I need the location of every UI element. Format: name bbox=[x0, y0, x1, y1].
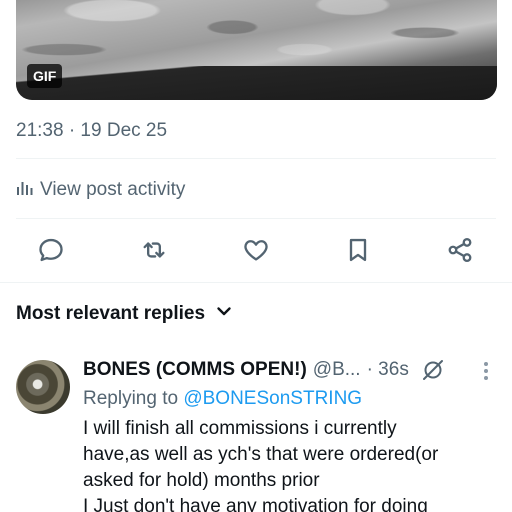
divider bbox=[16, 158, 496, 159]
replies-sort-label: Most relevant replies bbox=[16, 303, 206, 324]
replying-prefix: Replying to bbox=[83, 388, 179, 409]
repost-icon[interactable] bbox=[134, 230, 174, 270]
activity-label: View post activity bbox=[40, 179, 186, 200]
reply-handle[interactable]: @B... bbox=[313, 359, 361, 381]
analytics-icon bbox=[16, 178, 34, 202]
avatar[interactable] bbox=[16, 360, 70, 414]
chevron-down-icon bbox=[215, 302, 233, 326]
like-icon[interactable] bbox=[236, 230, 276, 270]
gif-media[interactable] bbox=[16, 0, 497, 100]
reply-text-line: I Just don't have any motivation for doi… bbox=[83, 496, 428, 512]
divider bbox=[16, 218, 496, 219]
replying-to-handle-link[interactable]: @BONESonSTRING bbox=[183, 388, 362, 409]
share-icon[interactable] bbox=[440, 230, 480, 270]
action-bar bbox=[0, 230, 512, 270]
gif-badge: GIF bbox=[27, 64, 63, 88]
reply-item[interactable]: BONES (COMMS OPEN!) @B... · 36s Replying… bbox=[83, 356, 498, 512]
grok-icon[interactable] bbox=[421, 358, 445, 382]
reply-header: BONES (COMMS OPEN!) @B... · 36s bbox=[83, 356, 498, 384]
bookmark-icon[interactable] bbox=[338, 230, 378, 270]
replying-to: Replying to @BONESonSTRING bbox=[83, 386, 498, 412]
divider bbox=[0, 282, 512, 283]
reply-time[interactable]: · 36s bbox=[367, 359, 409, 381]
view-post-activity-link[interactable]: View post activity bbox=[16, 178, 185, 202]
reply-icon[interactable] bbox=[31, 230, 71, 270]
replies-sort-dropdown[interactable]: Most relevant replies bbox=[16, 302, 233, 326]
post-timestamp[interactable]: 21:38 · 19 Dec 25 bbox=[16, 120, 167, 142]
reply-text-line: have,as well as ych's that were ordered(… bbox=[83, 444, 439, 465]
more-options-icon[interactable] bbox=[484, 362, 490, 380]
reply-text-line: asked for hold) months prior bbox=[83, 470, 320, 491]
reply-display-name[interactable]: BONES (COMMS OPEN!) bbox=[83, 359, 307, 381]
reply-text: I will finish all commissions i currentl… bbox=[83, 416, 483, 512]
reply-text-line: I will finish all commissions i currentl… bbox=[83, 418, 397, 439]
